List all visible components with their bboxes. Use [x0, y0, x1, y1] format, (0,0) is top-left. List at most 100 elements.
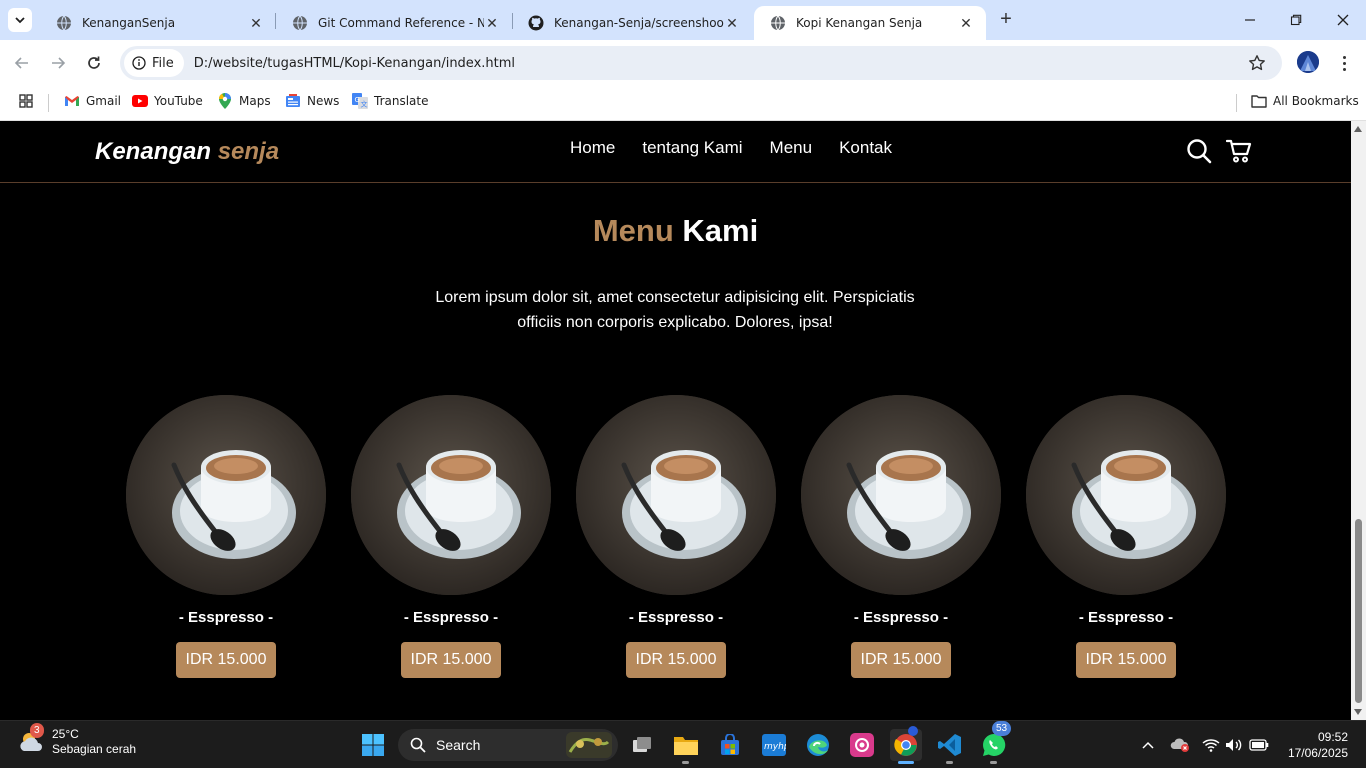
- whatsapp-button[interactable]: 53: [978, 721, 1012, 761]
- search-highlight-icon: [566, 732, 612, 758]
- running-indicator: [946, 761, 953, 764]
- shopping-cart-icon[interactable]: [1226, 138, 1252, 164]
- edge-button[interactable]: [802, 729, 834, 761]
- svg-text:myhp: myhp: [764, 742, 786, 752]
- menu-item-price-button[interactable]: IDR 15.000: [176, 642, 276, 678]
- site-nav-icons: [1186, 138, 1252, 164]
- section-title-main: Kami: [682, 213, 759, 248]
- menu-item-price-button[interactable]: IDR 15.000: [626, 642, 726, 678]
- section-title: Menu Kami: [0, 213, 1351, 249]
- espresso-image: [126, 395, 326, 595]
- menu-card: - Esspresso - IDR 15.000: [801, 395, 1001, 678]
- windows-logo-icon: [362, 734, 384, 756]
- tab-git-command-reference[interactable]: Git Command Reference - Now ✕: [276, 6, 512, 40]
- web-page: Kenangan senja Home tentang Kami Menu Ko…: [0, 121, 1351, 720]
- section-description: Lorem ipsum dolor sit, amet consectetur …: [435, 289, 915, 331]
- bookmarks-bar: Gmail YouTube Maps News G文 Translate All…: [0, 86, 1366, 121]
- tab-title: Kopi Kenangan Senja: [796, 16, 923, 30]
- nav-link-tentang-kami[interactable]: tentang Kami: [642, 138, 742, 158]
- bookmark-maps[interactable]: Maps: [217, 93, 271, 109]
- tab-github-screenshoot[interactable]: Kenangan-Senja/screenshoot/h ✕: [512, 6, 752, 40]
- back-button[interactable]: [11, 52, 33, 74]
- menu-item-name: - Esspresso -: [853, 609, 949, 626]
- menu-item-price-button[interactable]: IDR 15.000: [401, 642, 501, 678]
- menu-item-name: - Esspresso -: [1078, 609, 1174, 626]
- nav-link-home[interactable]: Home: [570, 138, 615, 158]
- volume-icon[interactable]: [1224, 735, 1244, 755]
- news-icon: [285, 93, 301, 109]
- bookmark-label: Maps: [239, 94, 271, 108]
- search-icon[interactable]: [1186, 138, 1212, 164]
- menu-item-price-button[interactable]: IDR 15.000: [1076, 642, 1176, 678]
- system-clock[interactable]: 09:52 17/06/2025: [1284, 729, 1348, 761]
- folder-icon: [1251, 93, 1267, 109]
- whatsapp-icon: [983, 733, 1006, 756]
- weather-badge: 3: [30, 723, 44, 738]
- nav-link-kontak[interactable]: Kontak: [839, 138, 892, 158]
- tab-kopi-kenangan-senja[interactable]: Kopi Kenangan Senja ✕: [754, 6, 986, 40]
- creative-cloud-button[interactable]: [846, 729, 878, 761]
- info-icon: [132, 56, 146, 70]
- browser-menu-icon[interactable]: [1336, 52, 1352, 74]
- menu-card: - Esspresso - IDR 15.000: [1026, 395, 1226, 678]
- page-scrollbar[interactable]: [1351, 121, 1366, 720]
- search-icon: [410, 737, 426, 753]
- taskbar-search-box[interactable]: Search: [398, 729, 618, 761]
- wifi-icon[interactable]: [1201, 735, 1221, 755]
- site-navbar: Kenangan senja Home tentang Kami Menu Ko…: [0, 121, 1351, 183]
- tab-search-button[interactable]: [8, 8, 32, 32]
- scroll-up-arrow[interactable]: [1354, 126, 1362, 132]
- globe-icon: [770, 15, 786, 31]
- bookmark-gmail[interactable]: Gmail: [64, 93, 121, 109]
- address-bar[interactable]: File D:/website/tugasHTML/Kopi-Kenangan/…: [120, 46, 1282, 80]
- bookmark-news[interactable]: News: [285, 93, 339, 109]
- task-view-button[interactable]: [626, 729, 658, 761]
- reload-button[interactable]: [83, 52, 105, 74]
- chip-label: File: [152, 55, 174, 71]
- weather-temp: 25°C: [52, 727, 79, 741]
- microsoft-store-button[interactable]: [714, 729, 746, 761]
- site-logo[interactable]: Kenangan senja: [95, 138, 279, 166]
- active-indicator: [898, 761, 914, 764]
- close-tab-icon[interactable]: ✕: [958, 15, 974, 32]
- close-tab-icon[interactable]: ✕: [248, 15, 264, 32]
- creative-app-icon: [850, 733, 874, 757]
- gmail-icon: [64, 93, 80, 109]
- weather-widget[interactable]: 3 25°C Sebagian cerah: [18, 723, 137, 757]
- battery-icon[interactable]: [1249, 735, 1269, 755]
- site-info-chip[interactable]: File: [124, 49, 184, 77]
- show-hidden-icons-button[interactable]: [1138, 735, 1158, 755]
- bookmark-label: News: [307, 94, 340, 108]
- weather-desc: Sebagian cerah: [52, 742, 137, 756]
- chrome-button[interactable]: [890, 726, 922, 761]
- close-tab-icon[interactable]: ✕: [484, 15, 500, 32]
- tab-kenangansenja[interactable]: KenanganSenja ✕: [40, 6, 276, 40]
- forward-button[interactable]: [47, 52, 69, 74]
- nav-link-menu[interactable]: Menu: [770, 138, 813, 158]
- scrollbar-thumb[interactable]: [1355, 519, 1362, 703]
- profile-avatar[interactable]: [1297, 51, 1319, 73]
- start-button[interactable]: [357, 729, 389, 761]
- vscode-icon: [938, 734, 961, 756]
- espresso-image: [801, 395, 1001, 595]
- espresso-image: [1026, 395, 1226, 595]
- bookmark-translate[interactable]: G文 Translate: [352, 93, 429, 109]
- bookmark-youtube[interactable]: YouTube: [132, 93, 203, 109]
- new-tab-button[interactable]: +: [996, 9, 1016, 30]
- file-explorer-button[interactable]: [670, 729, 702, 761]
- scroll-down-arrow[interactable]: [1354, 709, 1362, 715]
- onedrive-tray-icon[interactable]: [1170, 735, 1190, 755]
- all-bookmarks-button[interactable]: All Bookmarks: [1251, 93, 1359, 109]
- chrome-icon: [894, 734, 917, 756]
- apps-button[interactable]: [18, 93, 40, 109]
- close-tab-icon[interactable]: ✕: [724, 15, 740, 32]
- url-text[interactable]: D:/website/tugasHTML/Kopi-Kenangan/index…: [194, 56, 515, 71]
- myhp-button[interactable]: myhp: [758, 729, 790, 761]
- vscode-button[interactable]: [934, 729, 966, 761]
- minimize-button[interactable]: [1238, 8, 1262, 32]
- bookmark-star-icon[interactable]: [1248, 54, 1266, 72]
- close-window-button[interactable]: [1331, 8, 1355, 32]
- menu-item-price-button[interactable]: IDR 15.000: [851, 642, 951, 678]
- clock-date: 17/06/2025: [1287, 746, 1348, 760]
- restore-button[interactable]: [1284, 8, 1308, 32]
